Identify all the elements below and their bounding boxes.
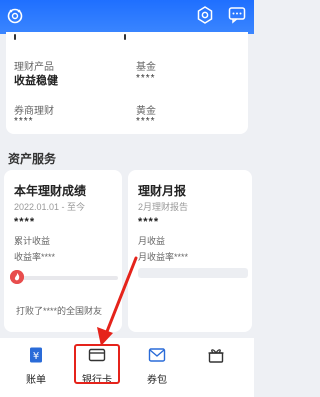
gold-masked-value: **** <box>136 116 156 127</box>
gift-icon <box>208 349 224 363</box>
monthly-report-card[interactable]: 理财月报 2月理财报告 **** 月收益 月收益率**** <box>128 170 252 332</box>
broker-masked-value: **** <box>14 116 34 127</box>
monthly-amount: **** <box>138 216 160 228</box>
annual-rate: 收益率**** <box>14 252 56 262</box>
annual-income-label: 累计收益 <box>14 236 51 246</box>
fire-icon <box>10 270 24 284</box>
monthly-income-label: 月收益 <box>138 236 166 246</box>
bill-icon: ¥ <box>30 347 42 363</box>
nav-label-coupon: 券包 <box>147 375 167 386</box>
fund-masked-value: **** <box>136 73 156 84</box>
beat-text: 打败了****的全国财友 <box>16 306 103 316</box>
section-title: 资产服务 <box>8 152 57 166</box>
beat-progress-bar <box>18 276 118 280</box>
monthly-rate: 月收益率**** <box>138 252 189 262</box>
broker-label[interactable]: 券商理财 <box>14 102 54 117</box>
settings-icon[interactable] <box>196 6 214 24</box>
coupon-icon <box>148 348 166 362</box>
nav-item-coupon[interactable]: 券包 <box>137 346 177 386</box>
annual-performance-card[interactable]: 本年理财成绩 2022.01.01 - 至今 **** 累计收益 收益率****… <box>4 170 122 332</box>
svg-text:¥: ¥ <box>33 351 39 362</box>
annual-title: 本年理财成绩 <box>14 184 87 198</box>
bottom-nav: ¥ 账单 银行卡 券包 <box>0 338 254 397</box>
app-logo-icon <box>7 8 23 24</box>
nav-item-bill[interactable]: ¥ 账单 <box>16 346 56 386</box>
nav-label-bill: 账单 <box>26 375 46 386</box>
gold-label[interactable]: 黄金 <box>136 102 156 117</box>
scroll-dot <box>14 34 16 40</box>
products-card: 理财产品 收益稳健 基金 **** 券商理财 **** 黄金 **** <box>6 32 248 134</box>
fund-label[interactable]: 基金 <box>136 58 156 73</box>
product-label[interactable]: 理财产品 <box>14 58 54 73</box>
monthly-chart-placeholder <box>138 268 248 278</box>
annual-date-range: 2022.01.01 - 至今 <box>14 202 86 212</box>
nav-item-gift[interactable] <box>196 346 236 371</box>
highlight-box <box>74 344 120 384</box>
scroll-dot <box>124 34 126 40</box>
message-icon[interactable] <box>228 6 246 24</box>
annual-amount: **** <box>14 216 36 228</box>
monthly-title: 理财月报 <box>138 184 187 198</box>
monthly-subtitle: 2月理财报告 <box>138 202 189 212</box>
app-header <box>0 0 254 34</box>
product-value: 收益稳健 <box>14 75 58 87</box>
